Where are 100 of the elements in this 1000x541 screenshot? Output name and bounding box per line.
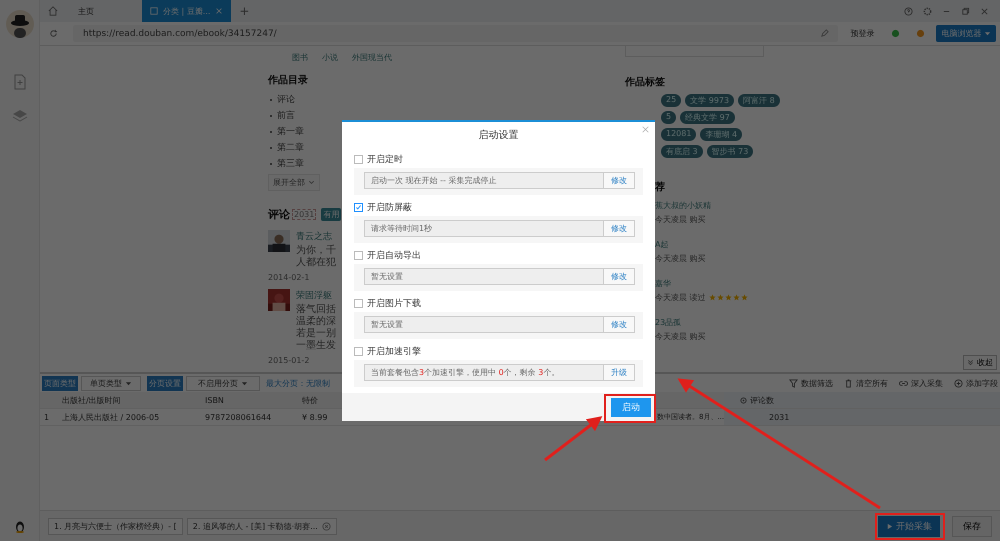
filter-tag[interactable]: 有用	[321, 208, 342, 221]
option-checkbox[interactable]: 开启图片下载	[354, 294, 643, 312]
reader-name[interactable]: A起	[655, 239, 775, 250]
page-icon	[150, 7, 158, 15]
tag-chip[interactable]: 有底启 3	[661, 145, 703, 158]
status-dot-icon	[891, 29, 900, 38]
reader-activity: 今天凌晨 购买	[655, 253, 706, 264]
expand-button[interactable]: 展开全部	[268, 174, 320, 191]
tag-chip[interactable]: 阿富汗 8	[738, 94, 780, 107]
tag-chip[interactable]: 李珊瑚 4	[700, 128, 742, 141]
document-icon[interactable]	[12, 74, 28, 90]
close-icon[interactable]	[980, 6, 989, 16]
table-cell-text: 9787208061644	[205, 412, 272, 422]
reader-name[interactable]: 蕉大叔的小妖精	[655, 200, 775, 211]
tag-chip[interactable]: 经典文学 97	[680, 111, 735, 124]
caret-icon	[124, 380, 132, 387]
task-tab[interactable]: 1. 月亮与六便士（作家榜经典）- [	[48, 518, 183, 534]
column-header[interactable]: 评论数	[750, 394, 774, 406]
user-avatar[interactable]	[6, 10, 34, 38]
target-icon	[740, 396, 747, 404]
tag-chip[interactable]: 文学 9973	[685, 94, 734, 107]
comment-date: 2015-01-2	[268, 356, 310, 365]
play-icon	[886, 522, 894, 530]
catalog-item[interactable]: 评论	[277, 92, 295, 108]
annotation-arrow	[544, 416, 602, 462]
collapse-button[interactable]: 收起	[963, 355, 997, 370]
double-chevron-icon	[967, 359, 974, 366]
launch-button[interactable]: 启动	[611, 398, 651, 416]
reader-activity: 今天凌晨 购买	[655, 214, 706, 225]
settings-icon[interactable]	[923, 6, 932, 16]
edit-button[interactable]: 升级	[604, 364, 635, 381]
catalog-item[interactable]: 第三章	[277, 156, 304, 172]
tag-chip[interactable]: 12081	[661, 128, 696, 141]
reader-name[interactable]: 23品孤	[655, 317, 775, 328]
home-icon[interactable]	[48, 6, 58, 16]
edit-button[interactable]: 修改	[604, 316, 635, 333]
tag-chip[interactable]: 智步书 73	[706, 145, 754, 158]
commenter-name[interactable]: 荣固浮躯	[296, 289, 332, 302]
breadcrumb-link[interactable]: 图书	[292, 52, 308, 67]
close-icon[interactable]	[322, 522, 331, 530]
browser-mode-button[interactable]: 电脑浏览器	[936, 25, 996, 42]
option-checkbox[interactable]: 开启防屏蔽	[354, 198, 643, 216]
breadcrumb-link[interactable]: 外国现当代	[352, 52, 392, 67]
paging-select[interactable]: 不启用分页	[186, 376, 260, 390]
comment-text: 一墨生发	[296, 340, 336, 352]
setting-value: 启动一次 现在开始 -- 采集完成停止	[364, 172, 604, 189]
comment-text: 人都在犯	[296, 257, 336, 269]
highlight-frame	[604, 394, 656, 423]
setting-value: 暂无设置	[364, 316, 604, 333]
option-checkbox[interactable]: 开启加速引擎	[354, 342, 643, 360]
commenter-name[interactable]: 青云之志	[296, 230, 332, 243]
login-link[interactable]: 预登录	[850, 28, 874, 39]
toolbar-action[interactable]: 添加字段	[954, 378, 998, 388]
reader-activity: 今天凌晨 购买	[655, 331, 706, 342]
reader-activity: 今天凌晨 读过	[655, 292, 706, 303]
catalog-item[interactable]: 第二章	[277, 140, 304, 156]
address-field[interactable]: https://read.douban.com/ebook/34157247/	[73, 25, 838, 42]
comment-text: 若是一别	[296, 328, 336, 340]
edit-button[interactable]: 修改	[604, 268, 635, 285]
browser-tab[interactable]: 分类 | 豆瓣...	[142, 0, 232, 22]
status-dot-icon	[916, 29, 926, 38]
toolbar-action[interactable]: 清空所有	[844, 378, 888, 388]
layers-icon[interactable]	[12, 108, 28, 124]
edit-button[interactable]: 修改	[604, 172, 635, 189]
page-type-select[interactable]: 单页类型	[81, 376, 141, 390]
edit-button[interactable]: 修改	[604, 220, 635, 237]
caret-icon	[984, 30, 991, 38]
breadcrumb-link[interactable]: 小说	[322, 52, 338, 67]
column-header[interactable]: ISBN	[205, 396, 302, 404]
table-cell-text: ¥ 8.99	[302, 412, 328, 422]
close-icon[interactable]	[642, 126, 649, 133]
max-pages-link[interactable]: 最大分页：无限制	[266, 378, 330, 388]
tab-label: 分类 | 豆瓣...	[163, 6, 210, 16]
refresh-icon[interactable]	[49, 29, 58, 38]
tag-chip[interactable]: 25	[661, 94, 682, 107]
start-button[interactable]: 开始采集	[878, 516, 940, 536]
toolbar-action[interactable]: 深入采集	[899, 378, 943, 388]
setting-value: 请求等待时间1秒	[364, 220, 604, 237]
save-button[interactable]: 保存	[952, 516, 992, 536]
restore-icon[interactable]	[961, 6, 970, 16]
reader-name[interactable]: 嘉华	[655, 278, 775, 289]
comment-text: 落气回括	[296, 304, 336, 316]
pen-icon[interactable]	[820, 29, 830, 38]
option-checkbox[interactable]: 开启定时	[354, 150, 643, 168]
tag-chip[interactable]: 5	[661, 111, 676, 124]
column-header[interactable]: 出版社/出版时间	[62, 394, 205, 406]
task-tab[interactable]: 2. 追风筝的人 - [美] 卡勒德·胡赛...	[186, 518, 337, 534]
toolbar-action[interactable]: 数据筛选	[789, 378, 833, 388]
tab-label: 主页	[78, 6, 94, 16]
chevron-down-icon	[308, 179, 315, 186]
setting-value: 当前套餐包含3个加速引擎，使用中 0个，剩余 3个。	[364, 364, 604, 381]
table-cell: 2031	[724, 409, 1000, 425]
catalog-item[interactable]: 前言	[277, 108, 295, 124]
page-type-label: 页面类型	[42, 376, 78, 390]
browser-tab[interactable]: 主页	[70, 0, 138, 22]
new-tab-button[interactable]: +	[235, 4, 254, 18]
option-checkbox[interactable]: 开启自动导出	[354, 246, 643, 264]
catalog-item[interactable]: 第一章	[277, 124, 304, 140]
help-icon[interactable]	[904, 6, 913, 16]
penguin-icon[interactable]	[14, 521, 24, 533]
